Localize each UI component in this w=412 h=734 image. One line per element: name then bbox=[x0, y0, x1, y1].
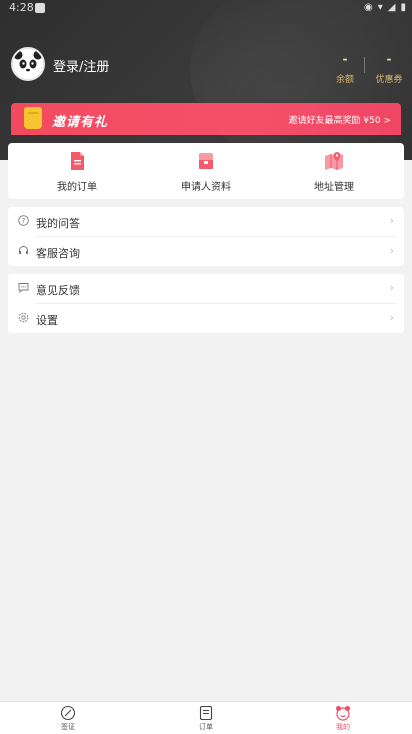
stat-divider bbox=[364, 57, 365, 73]
tab-label: 我的 bbox=[336, 723, 350, 731]
chevron-right-icon: › bbox=[389, 281, 394, 294]
address-management-label: 地址管理 bbox=[314, 182, 354, 193]
invite-title: 邀请有礼 bbox=[52, 115, 109, 130]
quick-actions-card: 我的订单 申请人资料 地址管理 bbox=[8, 143, 404, 199]
panda-avatar-icon bbox=[13, 50, 43, 78]
my-orders-label: 我的订单 bbox=[57, 182, 97, 193]
chevron-right-icon: › bbox=[389, 244, 394, 257]
profile-header: 4:28 ◉ ▾ ◢ ▮ 登录/注册 - 余额 - 优惠券 bbox=[0, 0, 412, 160]
applicant-info-label: 申请人资料 bbox=[181, 182, 231, 193]
svg-text:?: ? bbox=[22, 217, 26, 225]
notification-icon bbox=[35, 3, 45, 13]
avatar[interactable] bbox=[11, 47, 45, 81]
tab-label: 签证 bbox=[61, 723, 75, 731]
menu-item-label: 设置 bbox=[36, 314, 58, 327]
invite-banner[interactable]: 邀请有礼 邀请好友最高奖励 ¥50 > bbox=[11, 103, 401, 135]
menu-item-customer-service[interactable]: 客服咨询 › bbox=[8, 237, 404, 266]
headset-icon bbox=[18, 245, 29, 256]
menu-item-label: 我的问答 bbox=[36, 217, 80, 230]
menu-item-label: 客服咨询 bbox=[36, 247, 80, 260]
applicant-info-icon bbox=[196, 151, 216, 171]
menu-item-my-qa[interactable]: ? 我的问答 › bbox=[8, 207, 404, 236]
login-register-link[interactable]: 登录/注册 bbox=[53, 56, 109, 75]
feedback-icon bbox=[18, 282, 29, 294]
question-icon: ? bbox=[18, 215, 29, 226]
my-orders-button[interactable]: 我的订单 bbox=[32, 151, 122, 193]
status-bar: 4:28 ◉ ▾ ◢ ▮ bbox=[0, 0, 412, 16]
coupon-label: 优惠券 bbox=[375, 75, 403, 85]
menu-item-label: 意见反馈 bbox=[36, 284, 80, 297]
applicant-info-button[interactable]: 申请人资料 bbox=[161, 151, 251, 193]
visa-icon bbox=[60, 705, 76, 721]
menu-item-feedback[interactable]: 意见反馈 › bbox=[8, 274, 404, 303]
menu-group-2: 意见反馈 › 设置 › bbox=[8, 274, 404, 333]
balance-value: - bbox=[342, 52, 348, 66]
tab-visa[interactable]: 签证 bbox=[38, 705, 98, 732]
tab-orders[interactable]: 订单 bbox=[176, 705, 236, 732]
coupon-stat[interactable]: - 优惠券 bbox=[369, 52, 409, 85]
menu-item-settings[interactable]: 设置 › bbox=[8, 304, 404, 333]
orders-tab-icon bbox=[198, 705, 214, 721]
balance-label: 余额 bbox=[335, 75, 354, 85]
map-icon bbox=[324, 151, 344, 171]
status-time: 4:28 bbox=[9, 1, 34, 14]
chevron-right-icon: › bbox=[389, 214, 394, 227]
address-management-button[interactable]: 地址管理 bbox=[289, 151, 379, 193]
signal-icon: ◢ bbox=[387, 2, 396, 13]
status-icons: ◉ ▾ ◢ ▮ bbox=[364, 2, 406, 14]
tab-my[interactable]: 我的 bbox=[313, 705, 373, 732]
order-icon bbox=[67, 151, 87, 171]
my-tab-icon bbox=[335, 705, 351, 721]
coupon-value: - bbox=[386, 52, 392, 66]
menu-group-1: ? 我的问答 › 客服咨询 › bbox=[8, 207, 404, 266]
gear-icon bbox=[18, 312, 29, 323]
battery-icon: ▮ bbox=[400, 2, 406, 13]
tab-label: 订单 bbox=[199, 723, 213, 731]
invite-reward-text: 邀请好友最高奖励 ¥50 > bbox=[288, 116, 391, 126]
wifi-icon: ▾ bbox=[377, 2, 383, 13]
coin-icon bbox=[24, 107, 42, 129]
eye-icon: ◉ bbox=[364, 2, 373, 13]
balance-stat[interactable]: - 余额 bbox=[325, 52, 365, 85]
bottom-tab-bar: 签证 订单 我的 bbox=[0, 701, 412, 734]
chevron-right-icon: › bbox=[389, 311, 394, 324]
